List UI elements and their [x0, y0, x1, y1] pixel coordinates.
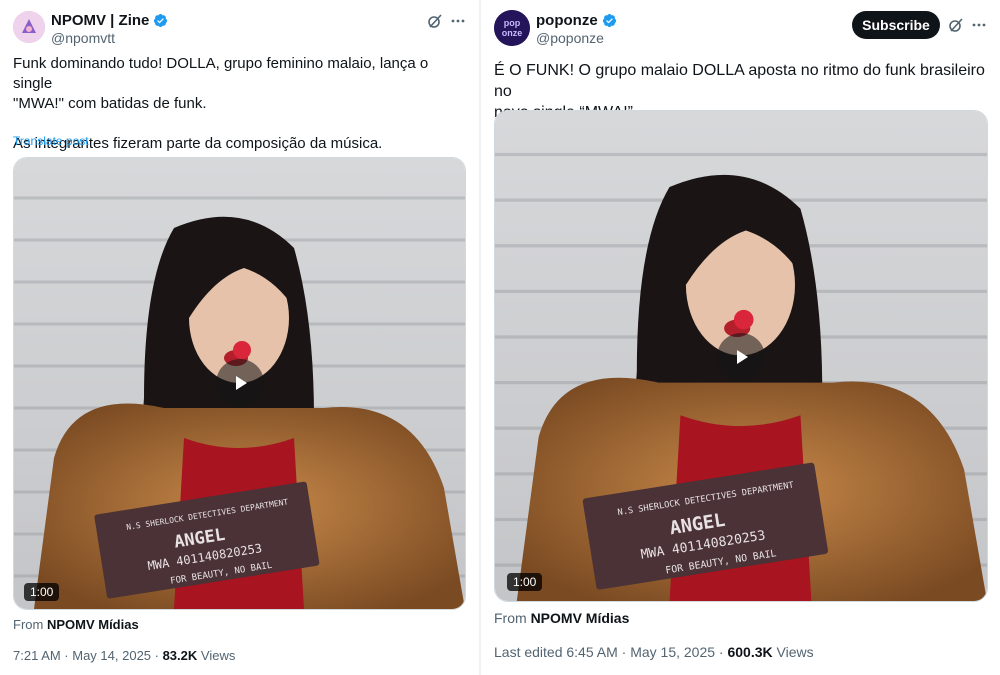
- npomv-avatar[interactable]: [13, 11, 45, 43]
- video-duration: 1:00: [507, 573, 543, 591]
- tweet-poponze: pop onze poponze @poponze Subscribe É O …: [482, 0, 1000, 675]
- subscribe-button[interactable]: Subscribe: [852, 11, 940, 39]
- from-source-link[interactable]: NPOMV Mídias: [47, 617, 139, 632]
- author-handle[interactable]: @poponze: [536, 30, 604, 46]
- from-attribution: From NPOMV Mídias: [13, 617, 139, 632]
- play-icon: [737, 350, 748, 364]
- npomv-avatar-icon: [13, 11, 45, 43]
- video-player[interactable]: N.S SHERLOCK DETECTIVES DEPARTMENT ANGEL…: [494, 110, 988, 602]
- video-player[interactable]: N.S SHERLOCK DETECTIVES DEPARTMENT ANGEL…: [13, 157, 466, 610]
- tweet-text-line: Funk dominando tudo! DOLLA, grupo femini…: [13, 55, 429, 92]
- views-label: Views: [197, 648, 236, 663]
- poponze-avatar[interactable]: pop onze: [494, 10, 530, 46]
- views-count: 600.3K: [727, 644, 773, 660]
- tweet-text-line: [13, 114, 468, 134]
- tweet-meta: Last edited 6:45 AM · May 15, 2025 · 600…: [494, 644, 814, 660]
- translate-post-link[interactable]: Translate post: [13, 134, 89, 148]
- from-attribution: From NPOMV Mídias: [494, 610, 629, 626]
- tweet-meta: 7:21 AM · May 14, 2025 · 83.2K Views: [13, 648, 235, 663]
- more-options-icon[interactable]: [448, 11, 468, 31]
- views-label: Views: [772, 644, 814, 660]
- author-name[interactable]: poponze: [536, 12, 598, 29]
- timestamp[interactable]: 7:21 AM · May 14, 2025 ·: [13, 648, 163, 663]
- panel-divider: [479, 0, 481, 675]
- tweet-text-line: "MWA!" com batidas de funk.: [13, 95, 207, 112]
- svg-text:pop: pop: [504, 18, 521, 28]
- verified-badge-icon: [154, 13, 168, 28]
- timestamp[interactable]: Last edited 6:45 AM · May 15, 2025 ·: [494, 644, 727, 660]
- video-duration: 1:00: [24, 583, 60, 601]
- tweet-text-line: É O FUNK! O grupo malaio DOLLA aposta no…: [494, 62, 985, 100]
- play-icon: [236, 376, 247, 390]
- verified-badge-icon: [602, 13, 616, 28]
- views-count: 83.2K: [162, 648, 198, 663]
- more-options-icon[interactable]: [969, 15, 989, 35]
- author-handle[interactable]: @npomvtt: [51, 30, 115, 46]
- play-button[interactable]: [216, 359, 264, 407]
- poponze-avatar-icon: pop onze: [494, 10, 530, 46]
- grok-icon[interactable]: [425, 11, 445, 31]
- from-prefix: From: [494, 610, 531, 626]
- tweet-npomv: NPOMV | Zine @npomvtt Funk dominando tud…: [0, 0, 478, 675]
- play-button[interactable]: [717, 333, 765, 381]
- grok-icon[interactable]: [946, 15, 966, 35]
- author-name[interactable]: NPOMV | Zine: [51, 12, 149, 29]
- from-source-link[interactable]: NPOMV Mídias: [531, 610, 630, 626]
- svg-text:onze: onze: [502, 28, 523, 38]
- from-prefix: From: [13, 617, 47, 632]
